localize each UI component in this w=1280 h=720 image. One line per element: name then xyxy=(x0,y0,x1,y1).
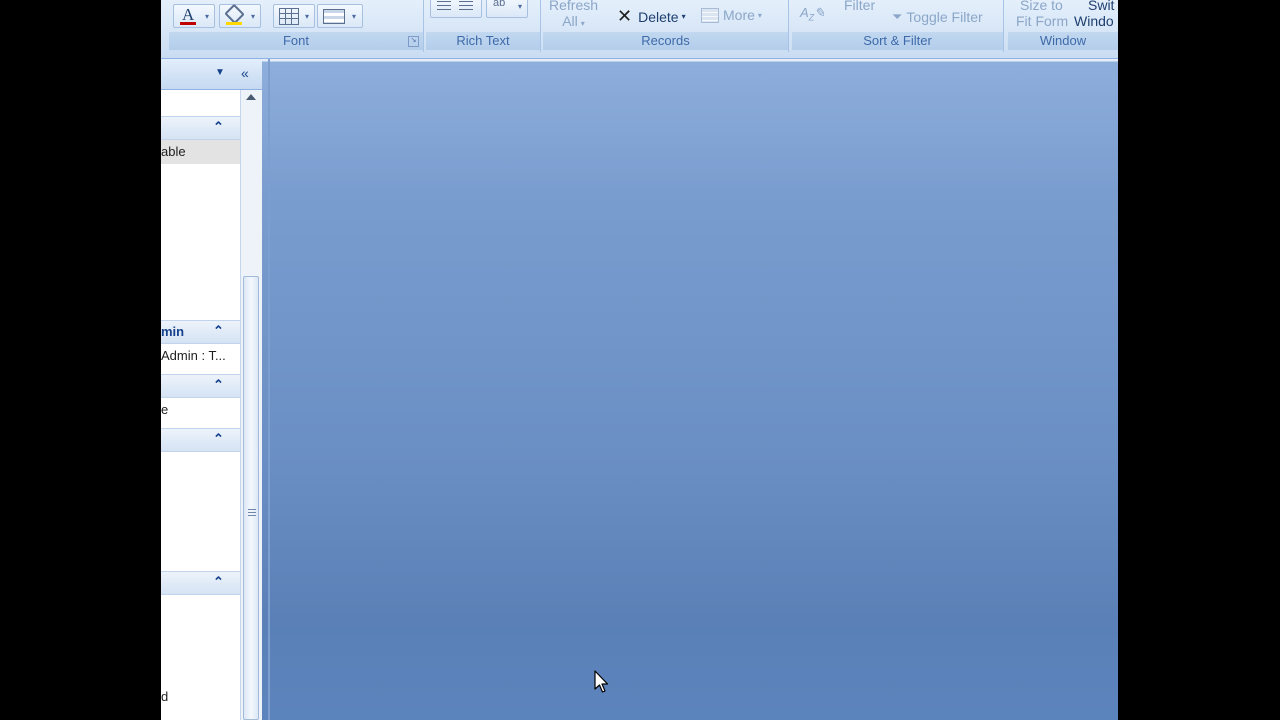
nav-item-e[interactable]: e xyxy=(161,398,240,422)
alternate-row-icon: ▾ xyxy=(317,4,363,28)
ribbon: A ▾ ▾ ▾ ▾ Font ↘ ab ▾ Rich Text Refresh … xyxy=(161,0,1118,59)
fill-color-button[interactable]: ▾ xyxy=(219,3,261,28)
switch-label-line2: Windo xyxy=(1074,13,1114,29)
gridlines-button[interactable]: ▾ xyxy=(273,4,315,28)
rich-text-group: ab ▾ Rich Text xyxy=(426,0,541,52)
refresh-label-line1: Refresh xyxy=(549,0,599,13)
mouse-cursor-icon xyxy=(594,670,609,693)
delete-x-icon: ✕ xyxy=(617,6,633,26)
sort-filter-group: AZ✎ Filter ⏷ Toggle Filter Sort & Filter xyxy=(792,0,1004,52)
nav-menu-dropdown-icon[interactable]: ▼ xyxy=(215,67,225,78)
records-group-label: Records xyxy=(543,32,788,50)
refresh-all-button[interactable]: Refresh All ▾ xyxy=(549,0,598,32)
grid-icon: ▾ xyxy=(273,4,315,28)
nav-pane-header: ▼ « xyxy=(161,59,262,90)
window-group-label: Window xyxy=(1008,32,1118,50)
size-to-label-line2: Fit Form xyxy=(1016,13,1069,29)
sort-filter-group-label: Sort & Filter xyxy=(792,32,1003,50)
nav-group-title: min xyxy=(161,324,185,339)
font-dialog-launcher-icon[interactable]: ↘ xyxy=(408,36,419,47)
nav-group-header-2[interactable]: min ⌃ xyxy=(161,320,240,344)
nav-group-header-1[interactable]: ⌃ xyxy=(161,116,240,140)
font-group-label: Font xyxy=(169,32,423,50)
more-label: More xyxy=(723,7,755,23)
workspace-border xyxy=(268,59,270,720)
nav-group-header-3[interactable]: ⌃ xyxy=(161,374,240,398)
font-group: A ▾ ▾ ▾ ▾ Font ↘ xyxy=(169,0,424,52)
more-button[interactable]: More ▾ xyxy=(701,7,762,23)
refresh-label-line2: All ▾ xyxy=(562,13,585,29)
nav-item-table[interactable]: able xyxy=(161,140,240,164)
filter-label: Filter xyxy=(844,0,876,13)
window-group: Size to Fit Form Swit Windo Window xyxy=(1008,0,1118,52)
collapse-chevron-icon[interactable]: ⌃ xyxy=(213,377,224,393)
scroll-thumb[interactable] xyxy=(243,276,259,720)
collapse-chevron-icon[interactable]: ⌃ xyxy=(213,119,224,135)
sort-eraser-icon: AZ✎ xyxy=(800,5,826,23)
rich-text-group-label: Rich Text xyxy=(426,32,540,50)
more-grid-icon xyxy=(701,7,719,23)
records-group: Refresh All ▾ ✕ Delete ▾ More ▾ Records xyxy=(543,0,789,52)
paint-bucket-icon: ▾ xyxy=(219,3,261,28)
access-window: A ▾ ▾ ▾ ▾ Font ↘ ab ▾ Rich Text Refresh … xyxy=(161,0,1118,720)
workspace-area xyxy=(262,59,1118,720)
toggle-filter-button[interactable]: ⏷ Toggle Filter xyxy=(892,9,983,25)
font-color-icon: A ▾ xyxy=(173,4,215,28)
filter-button[interactable]: Filter xyxy=(844,0,875,13)
grip-icon xyxy=(248,509,256,510)
navigation-pane: ▼ « ⌃ able min ⌃ Admin : T... ⌃ e ⌃ ⌃ d xyxy=(161,59,263,720)
nav-item-d[interactable]: d xyxy=(161,685,240,709)
collapse-chevron-icon[interactable]: ⌃ xyxy=(213,323,224,339)
delete-label: Delete xyxy=(638,8,679,25)
delete-button[interactable]: ✕ Delete ▾ xyxy=(617,6,686,27)
abc-check-icon: ab ▾ xyxy=(486,0,528,18)
alternate-fill-button[interactable]: ▾ xyxy=(317,4,363,28)
switch-label-line1: Swit xyxy=(1088,0,1115,13)
list-icon xyxy=(430,0,482,18)
size-to-fit-form-button[interactable]: Size to Fit Form xyxy=(1016,0,1068,29)
font-color-button[interactable]: A ▾ xyxy=(173,4,215,28)
spelling-button[interactable]: ab ▾ xyxy=(486,0,528,18)
shutter-bar-collapse-icon[interactable]: « xyxy=(241,65,249,81)
collapse-chevron-icon[interactable]: ⌃ xyxy=(213,574,224,590)
nav-group-header-5[interactable]: ⌃ xyxy=(161,571,240,595)
nav-scrollbar[interactable] xyxy=(240,90,262,720)
switch-windows-button[interactable]: Swit Windo xyxy=(1074,0,1114,29)
toggle-filter-label: Toggle Filter xyxy=(906,9,983,25)
scroll-up-arrow-icon[interactable] xyxy=(246,94,256,100)
collapse-chevron-icon[interactable]: ⌃ xyxy=(213,431,224,447)
nav-item-admin[interactable]: Admin : T... xyxy=(161,344,240,368)
funnel-icon: ⏷ xyxy=(892,9,903,24)
nav-group-header-4[interactable]: ⌃ xyxy=(161,428,240,452)
numbering-button[interactable] xyxy=(430,0,482,18)
size-to-label-line1: Size to xyxy=(1020,0,1063,13)
clear-sort-button[interactable]: AZ✎ xyxy=(800,5,825,23)
